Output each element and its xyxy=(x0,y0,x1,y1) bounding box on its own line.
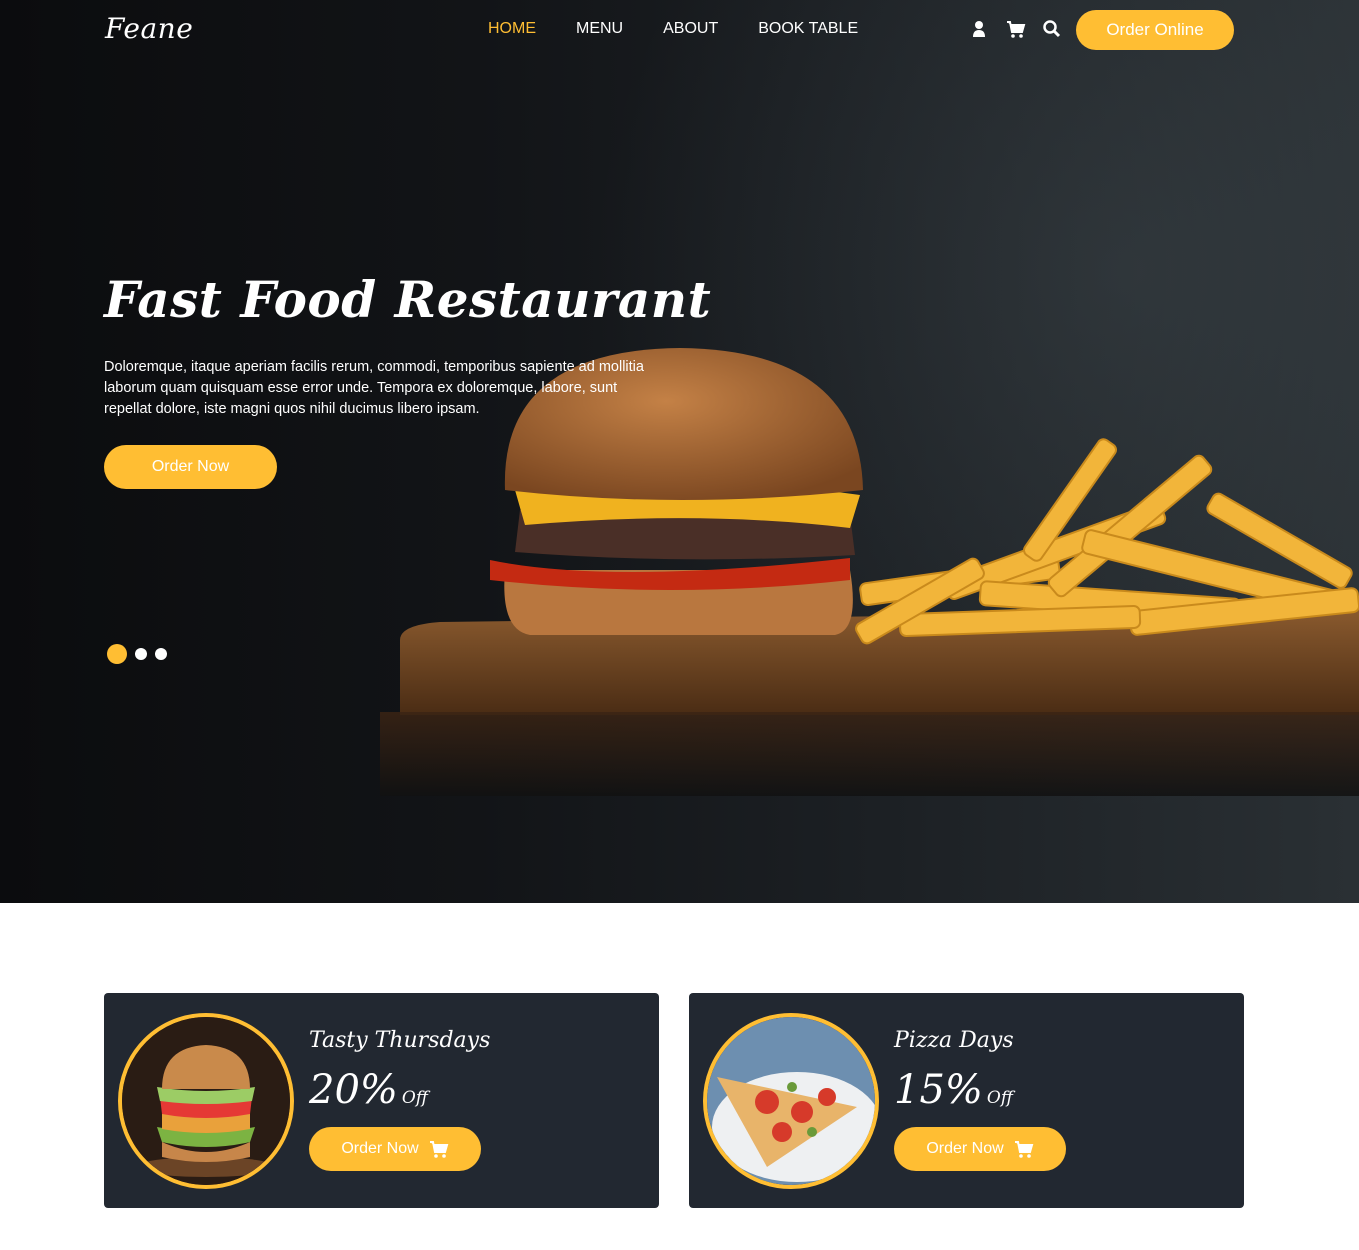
burger-offer-image xyxy=(118,1013,294,1189)
offer-percent: 20% Off xyxy=(309,1067,428,1113)
cart-icon[interactable] xyxy=(1006,19,1026,39)
offer-card: Pizza Days 15% Off Order Now xyxy=(689,993,1244,1208)
carousel-dot-3[interactable] xyxy=(155,648,167,660)
brand-logo[interactable]: Feane xyxy=(105,12,193,45)
offer-order-now-button[interactable]: Order Now xyxy=(309,1127,481,1171)
offer-percent-value: 20% xyxy=(309,1067,398,1113)
hero-title: Fast Food Restaurant xyxy=(104,270,712,329)
hero-order-now-button[interactable]: Order Now xyxy=(104,445,277,489)
hero-description: Doloremque, itaque aperiam facilis rerum… xyxy=(104,359,644,417)
nav-book-table[interactable]: BOOK TABLE xyxy=(758,20,858,38)
offer-button-label: Order Now xyxy=(341,1140,419,1157)
offer-title: Pizza Days xyxy=(894,1028,1014,1053)
offer-card: Tasty Thursdays 20% Off Order Now xyxy=(104,993,659,1208)
offer-title: Tasty Thursdays xyxy=(309,1028,491,1053)
order-online-button[interactable]: Order Online xyxy=(1076,10,1234,50)
offer-order-now-button[interactable]: Order Now xyxy=(894,1127,1066,1171)
offer-percent-value: 15% xyxy=(894,1067,983,1113)
offer-percent: 15% Off xyxy=(894,1067,1013,1113)
offer-off-label: Off xyxy=(986,1088,1013,1108)
offer-off-label: Off xyxy=(401,1088,428,1108)
offer-button-label: Order Now xyxy=(926,1140,1004,1157)
pizza-offer-image xyxy=(703,1013,879,1189)
carousel-dot-1[interactable] xyxy=(107,644,127,664)
cart-icon xyxy=(429,1141,448,1158)
carousel-indicators xyxy=(107,644,167,664)
cart-icon xyxy=(1014,1141,1033,1158)
nav-about[interactable]: ABOUT xyxy=(663,20,718,38)
main-nav: HOME MENU ABOUT BOOK TABLE xyxy=(488,20,858,38)
user-icon[interactable] xyxy=(970,19,988,39)
hero-section: Feane HOME MENU ABOUT BOOK TABLE Order O… xyxy=(0,0,1359,903)
nav-menu[interactable]: MENU xyxy=(576,20,623,38)
carousel-dot-2[interactable] xyxy=(135,648,147,660)
header-icons xyxy=(970,19,1061,39)
search-icon[interactable] xyxy=(1042,19,1061,39)
nav-home[interactable]: HOME xyxy=(488,20,536,38)
